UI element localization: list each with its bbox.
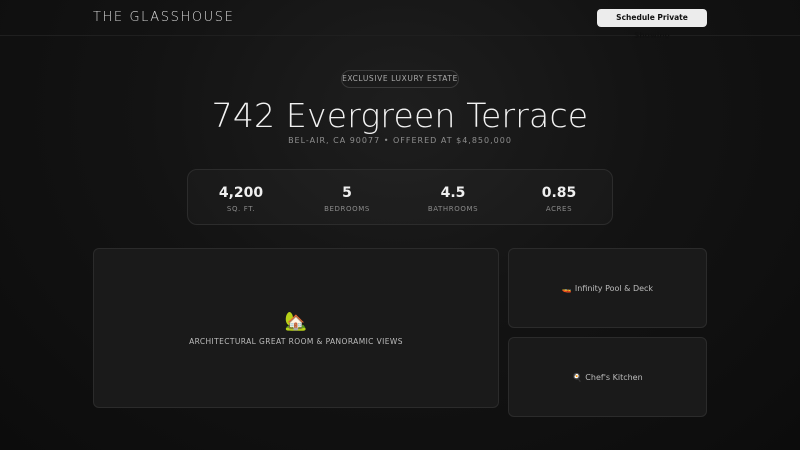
kitchen-caption-text: Chef's Kitchen [585,372,643,382]
stat-label: ACRES [545,205,573,213]
listing-page: THE GLASSHOUSE Schedule Private Showing … [0,0,800,450]
house-icon: 🏡 [284,310,308,332]
stat-bathrooms: 4.5 BATHROOMS [400,170,506,224]
schedule-showing-button[interactable]: Schedule Private Showing [597,9,707,40]
stats-panel: 4,200 SQ. FT. 5 BEDROOMS 4.5 BATHROOMS 0… [187,169,613,225]
top-bar: THE GLASSHOUSE Schedule Private Showing [0,0,800,40]
pool-caption-text: Infinity Pool & Deck [574,283,654,293]
category-badge: EXCLUSIVE LUXURY ESTATE [341,70,459,88]
stat-sqft: 4,200 SQ. FT. [188,170,294,224]
stat-value: 4.5 [440,185,466,201]
stat-label: BATHROOMS [427,205,479,213]
boat-icon: 🚤 [561,283,572,293]
stat-label: SQ. FT. [226,205,256,213]
gallery-main-card[interactable]: 🏡 ARCHITECTURAL GREAT ROOM & PANORAMIC V… [93,248,499,408]
stat-label: BEDROOMS [324,205,370,213]
gallery-main-caption: ARCHITECTURAL GREAT ROOM & PANORAMIC VIE… [189,336,403,346]
stat-acres: 0.85 ACRES [506,170,612,224]
location-price: BEL-AIR, CA 90077 • OFFERED AT $4,850,00… [288,136,512,145]
stat-value: 0.85 [541,185,577,201]
frying-pan-icon: 🍳 [572,372,583,382]
gallery-kitchen-card[interactable]: 🍳 Chef's Kitchen [508,337,707,417]
stat-value: 5 [342,185,352,201]
brand-logo[interactable]: THE GLASSHOUSE [93,10,234,25]
property-title: 742 Evergreen Terrace [211,96,589,135]
stat-value: 4,200 [218,185,264,201]
gallery-kitchen-caption: 🍳 Chef's Kitchen [572,373,642,382]
stat-bedrooms: 5 BEDROOMS [294,170,400,224]
gallery-pool-caption: 🚤 Infinity Pool & Deck [562,284,653,293]
gallery-pool-card[interactable]: 🚤 Infinity Pool & Deck [508,248,707,328]
